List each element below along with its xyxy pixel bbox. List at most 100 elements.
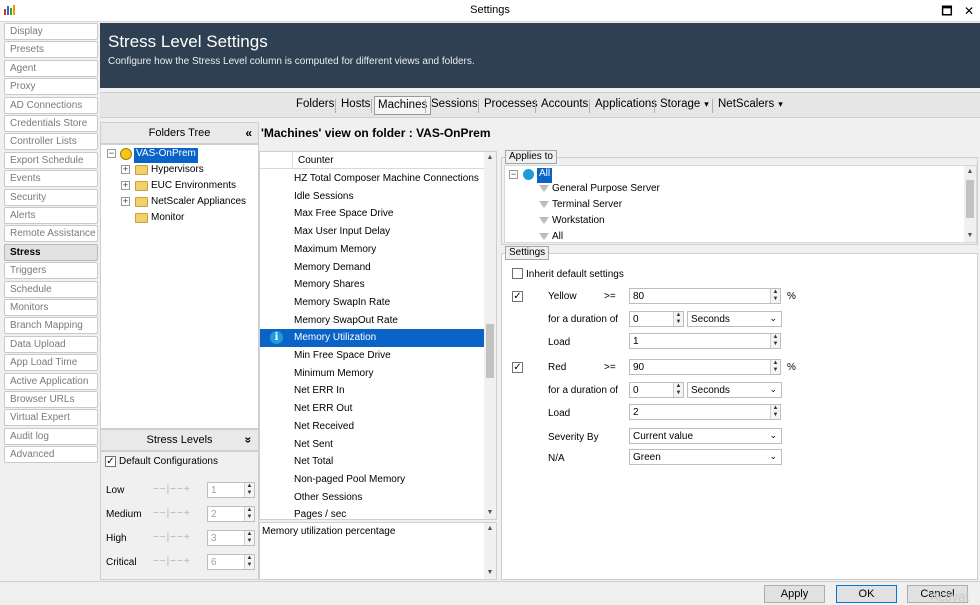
counter-row[interactable]: Memory Shares xyxy=(260,276,486,294)
collapse-node-icon[interactable]: − xyxy=(107,149,116,158)
nav-item-events[interactable]: Events xyxy=(4,170,98,188)
scroll-down-icon[interactable]: ▼ xyxy=(484,567,496,579)
nav-item-advanced[interactable]: Advanced xyxy=(4,446,98,464)
counter-row[interactable]: Memory SwapIn Rate xyxy=(260,294,486,312)
applies-item[interactable]: General Purpose Server xyxy=(552,183,660,198)
nav-item-presets[interactable]: Presets xyxy=(4,41,98,59)
nav-item-remote-assistance[interactable]: Remote Assistance xyxy=(4,225,98,243)
nav-item-credentials-store[interactable]: Credentials Store xyxy=(4,115,98,132)
applies-root-node[interactable]: All xyxy=(537,168,553,183)
red-duration-input[interactable]: 0 ▲ ▼ xyxy=(629,382,684,398)
tab-machines[interactable]: Machines xyxy=(374,96,432,115)
counter-row[interactable]: HZ Total Composer Machine Connections xyxy=(260,170,486,188)
nav-item-controller-lists[interactable]: Controller Lists xyxy=(4,133,98,151)
counter-row[interactable]: i Memory Utilization xyxy=(260,329,486,347)
counter-row[interactable]: Maximum Memory xyxy=(260,241,486,259)
spinner-icon[interactable]: ▲ ▼ xyxy=(770,334,780,348)
scroll-up-icon[interactable]: ▲ xyxy=(964,166,976,178)
spinner-icon[interactable]: ▲ ▼ xyxy=(673,312,683,326)
nav-item-audit-log[interactable]: Audit log xyxy=(4,427,98,445)
severity-by-select[interactable]: Current value ⌄ xyxy=(629,428,782,444)
nav-item-ad-connections[interactable]: AD Connections xyxy=(4,96,98,114)
counter-row[interactable]: Net ERR In xyxy=(260,382,486,400)
counter-row[interactable]: Pages / sec xyxy=(260,506,486,519)
default-config-checkbox[interactable]: ✓ xyxy=(105,456,116,467)
expand-node-icon[interactable]: + xyxy=(121,197,130,206)
scroll-down-icon[interactable]: ▼ xyxy=(484,507,496,519)
counter-scrollbar[interactable]: ▲ ▼ xyxy=(484,152,496,519)
yellow-threshold-input[interactable]: 80 ▲ ▼ xyxy=(629,288,781,304)
counter-row[interactable]: Non-paged Pool Memory xyxy=(260,471,486,489)
nav-item-proxy[interactable]: Proxy xyxy=(4,78,98,96)
scroll-up-icon[interactable]: ▲ xyxy=(484,523,496,535)
counter-row[interactable]: Min Free Space Drive xyxy=(260,347,486,365)
applies-item[interactable]: Workstation xyxy=(552,215,605,230)
applies-item[interactable]: All xyxy=(552,231,563,246)
counter-row[interactable]: Max User Input Delay xyxy=(260,223,486,241)
ok-button[interactable]: OK xyxy=(836,585,897,603)
nav-item-monitors[interactable]: Monitors xyxy=(4,299,98,316)
red-checkbox[interactable]: ✓ xyxy=(512,362,523,373)
yellow-load-input[interactable]: 1 ▲ ▼ xyxy=(629,333,781,349)
tree-node[interactable]: EUC Environments xyxy=(151,180,236,195)
tree-node[interactable]: Monitor xyxy=(151,212,184,227)
red-duration-unit-select[interactable]: Seconds ⌄ xyxy=(687,382,782,398)
red-threshold-input[interactable]: 90 ▲ ▼ xyxy=(629,359,781,375)
nav-item-active-application[interactable]: Active Application xyxy=(4,372,98,390)
description-scrollbar[interactable]: ▲ ▼ xyxy=(484,523,496,579)
close-icon[interactable]: ✕ xyxy=(958,2,980,20)
tab-sessions[interactable]: Sessions xyxy=(428,96,481,115)
yellow-duration-input[interactable]: 0 ▲ ▼ xyxy=(629,311,684,327)
counter-row[interactable]: Idle Sessions xyxy=(260,188,486,206)
maximize-icon[interactable]: 🗖 xyxy=(936,2,958,20)
nav-item-display[interactable]: Display xyxy=(4,23,98,40)
spinner-icon[interactable]: ▲ ▼ xyxy=(770,289,780,303)
counter-row[interactable]: Minimum Memory xyxy=(260,365,486,383)
counter-column-header[interactable]: Counter xyxy=(260,152,486,169)
tree-node[interactable]: Hypervisors xyxy=(151,164,204,179)
spinner-icon[interactable]: ▲ ▼ xyxy=(770,360,780,374)
nav-item-app-load-time[interactable]: App Load Time xyxy=(4,354,98,372)
inherit-default-checkbox[interactable] xyxy=(512,268,523,279)
yellow-checkbox[interactable]: ✓ xyxy=(512,291,523,302)
counter-row[interactable]: Memory Demand xyxy=(260,259,486,277)
counter-row[interactable]: Net Received xyxy=(260,418,486,436)
applies-item[interactable]: Terminal Server xyxy=(552,199,622,214)
na-select[interactable]: Green ⌄ xyxy=(629,449,782,465)
expand-node-icon[interactable]: + xyxy=(121,181,130,190)
counter-row[interactable]: Other Sessions xyxy=(260,489,486,507)
counter-row[interactable]: Memory SwapOut Rate xyxy=(260,312,486,330)
counter-row[interactable]: Max Free Space Drive xyxy=(260,205,486,223)
nav-item-stress[interactable]: Stress xyxy=(4,243,98,261)
collapse-down-icon[interactable]: » xyxy=(242,437,256,444)
spinner-icon[interactable]: ▲ ▼ xyxy=(673,383,683,397)
scroll-thumb[interactable] xyxy=(486,324,494,378)
expand-node-icon[interactable]: + xyxy=(121,165,130,174)
nav-item-triggers[interactable]: Triggers xyxy=(4,262,98,280)
nav-item-agent[interactable]: Agent xyxy=(4,59,98,77)
nav-item-schedule[interactable]: Schedule xyxy=(4,280,98,298)
nav-item-export-schedule[interactable]: Export Schedule xyxy=(4,151,98,169)
tree-node-root[interactable]: VAS-OnPrem xyxy=(134,148,198,163)
scroll-thumb[interactable] xyxy=(966,180,974,218)
nav-item-browser-urls[interactable]: Browser URLs xyxy=(4,391,98,408)
nav-item-alerts[interactable]: Alerts xyxy=(4,207,98,224)
collapse-left-icon[interactable]: « xyxy=(245,126,252,140)
tab-storage[interactable]: Storage ▾ xyxy=(657,96,712,115)
nav-item-data-upload[interactable]: Data Upload xyxy=(4,335,98,353)
tab-netscalers[interactable]: NetScalers ▾ xyxy=(715,96,786,115)
tab-accounts[interactable]: Accounts xyxy=(538,96,591,115)
scroll-down-icon[interactable]: ▼ xyxy=(964,230,976,242)
tab-processes[interactable]: Processes xyxy=(481,96,541,115)
yellow-duration-unit-select[interactable]: Seconds ⌄ xyxy=(687,311,782,327)
nav-item-virtual-expert[interactable]: Virtual Expert xyxy=(4,409,98,427)
tab-applications[interactable]: Applications xyxy=(592,96,660,115)
tab-folders[interactable]: Folders xyxy=(293,96,337,115)
apply-button[interactable]: Apply xyxy=(764,585,825,603)
nav-item-security[interactable]: Security xyxy=(4,188,98,206)
counter-row[interactable]: Net Sent xyxy=(260,436,486,454)
collapse-node-icon[interactable]: − xyxy=(509,170,518,179)
tree-node[interactable]: NetScaler Appliances xyxy=(151,196,246,211)
counter-row[interactable]: Net Total xyxy=(260,453,486,471)
red-load-input[interactable]: 2 ▲ ▼ xyxy=(629,404,781,420)
